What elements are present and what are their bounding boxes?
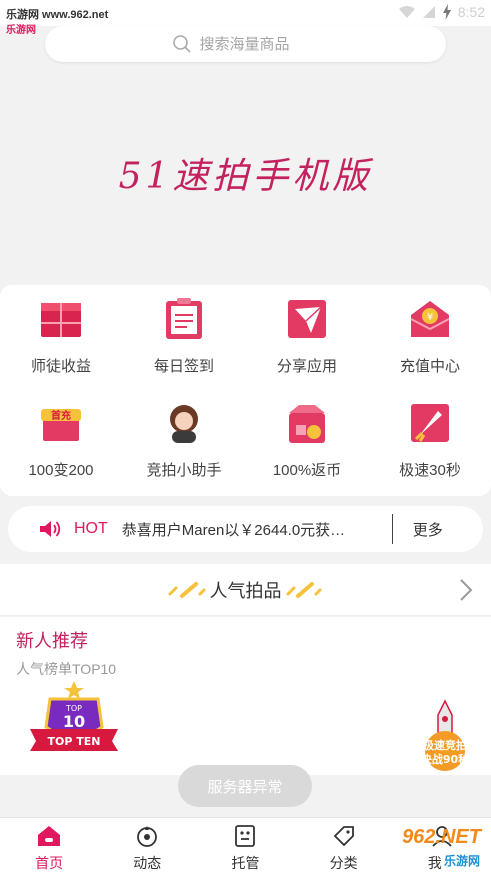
new-user-subtitle: 人气榜单TOP10	[16, 661, 117, 677]
wifi-icon	[398, 6, 415, 18]
svg-text:10: 10	[63, 712, 85, 731]
tab-managed[interactable]: 托管	[196, 818, 294, 874]
tab-category[interactable]: 分类	[295, 818, 393, 874]
banner[interactable]: 51速拍手机版	[0, 66, 491, 280]
tab-dynamic[interactable]: 动态	[98, 818, 196, 874]
svg-text:决战90秒: 决战90秒	[421, 752, 469, 766]
gift-box-icon	[39, 297, 83, 341]
tab-label: 托管	[231, 855, 260, 871]
rocket-icon	[408, 401, 452, 445]
tab-home[interactable]: 首页	[0, 818, 98, 874]
battery-charging-icon	[442, 4, 451, 20]
divider	[391, 514, 393, 544]
first-charge-gift-icon: 首充	[39, 401, 83, 445]
watermark-logo: 962.NET	[402, 826, 481, 848]
banner-title: 51速拍手机版	[118, 156, 373, 197]
grid-item-100-to-200[interactable]: 首充 100变200	[0, 389, 122, 489]
svg-text:¥: ¥	[427, 312, 433, 323]
assistant-avatar-icon	[162, 401, 206, 445]
grid-label: 100变200	[28, 462, 94, 479]
notice-bar[interactable]: HOT 恭喜用户Maren以￥2644.0元获… 更多	[8, 506, 483, 552]
grid-label: 每日签到	[153, 358, 214, 375]
grid-label: 充值中心	[399, 358, 460, 375]
svg-text:TOP TEN: TOP TEN	[48, 735, 101, 748]
tag-icon	[331, 823, 357, 849]
grid-item-daily-checkin[interactable]: 每日签到	[123, 285, 245, 385]
grid-item-share-app[interactable]: 分享应用	[246, 285, 368, 385]
clipboard-checkin-icon	[162, 297, 206, 341]
signal-icon	[422, 6, 435, 18]
grid-item-speed-30s[interactable]: 极速30秒	[369, 389, 491, 489]
notice-hot-label: HOT	[74, 520, 108, 537]
watermark-site: 乐游网 www.962.net	[6, 9, 109, 21]
status-icons: 8:52	[398, 4, 485, 20]
grid-item-recharge-center[interactable]: ¥ 充值中心	[369, 285, 491, 385]
watermark-site-sub: 乐游网	[6, 25, 36, 36]
svg-text:极速竞拍: 极速竞拍	[423, 738, 467, 752]
decor-sparkle-left-icon	[168, 581, 205, 598]
tab-label: 动态	[133, 855, 162, 871]
status-time: 8:52	[457, 4, 485, 20]
speaker-icon	[40, 521, 61, 537]
grid-item-coin-back[interactable]: 100%返币	[246, 389, 368, 489]
chevron-right-icon[interactable]	[459, 578, 473, 602]
tab-label: 分类	[329, 855, 358, 871]
watermark-text: 乐游网	[440, 852, 483, 869]
dynamic-icon	[134, 823, 160, 849]
grid-label: 竞拍小助手	[146, 462, 222, 479]
grid-item-bid-assistant[interactable]: 竞拍小助手	[123, 389, 245, 489]
decor-sparkle-right-icon	[286, 581, 321, 598]
feature-grid: 师徒收益 每日签到 分享应用 ¥ 充值中心 首充 100变200 竞拍小助手 1…	[0, 285, 491, 496]
error-toast: 服务器异常	[178, 765, 312, 807]
grid-label: 分享应用	[276, 358, 337, 375]
top-ten-badge: TOP 10 TOP TEN	[30, 681, 118, 751]
grid-label: 100%返币	[272, 462, 342, 479]
grid-label: 师徒收益	[30, 358, 91, 375]
search-input[interactable]	[199, 35, 320, 53]
new-user-title: 新人推荐	[16, 631, 88, 651]
grid-item-master-income[interactable]: 师徒收益	[0, 285, 122, 385]
notice-text[interactable]: 恭喜用户Maren以￥2644.0元获…	[122, 519, 380, 540]
status-bar: 乐游网 www.962.net 8:52	[0, 0, 491, 26]
home-icon	[36, 823, 62, 849]
new-user-card[interactable]: 新人推荐 人气榜单TOP10 TOP 10 TOP TEN 极速竞拍 决战90秒	[0, 617, 491, 775]
paper-plane-icon	[285, 297, 329, 341]
tab-label: 首页	[35, 855, 64, 871]
section-title: 人气拍品	[209, 580, 282, 601]
svg-text:首充: 首充	[51, 409, 71, 422]
search-bar[interactable]	[45, 26, 446, 62]
grid-label: 极速30秒	[399, 462, 461, 479]
coin-envelope-icon: ¥	[408, 297, 452, 341]
popular-section-header[interactable]: 人气拍品	[0, 564, 491, 616]
robot-icon	[232, 823, 258, 849]
notice-more-button[interactable]: 更多	[413, 519, 443, 540]
coin-box-icon	[285, 401, 329, 445]
search-icon	[172, 35, 191, 53]
speed-bid-promo-badge[interactable]: 极速竞拍 决战90秒	[408, 699, 482, 779]
